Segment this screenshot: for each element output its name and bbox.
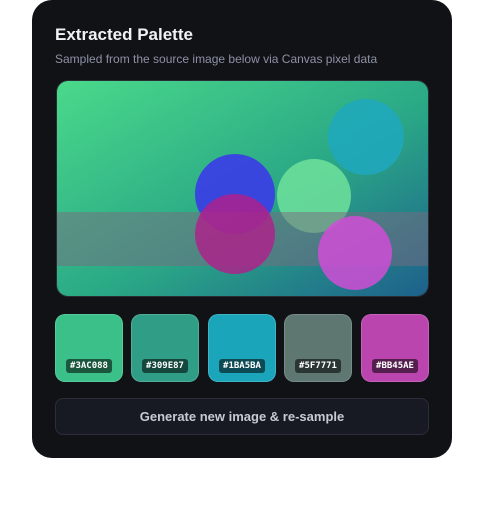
- generate-resample-button[interactable]: Generate new image & re-sample: [55, 398, 429, 435]
- cyan-circle: [328, 99, 404, 175]
- swatch-2[interactable]: #309E87: [131, 314, 199, 382]
- swatch-5[interactable]: #BB45AE: [361, 314, 429, 382]
- swatch-3[interactable]: #1BA5BA: [208, 314, 276, 382]
- card-subtitle: Sampled from the source image below via …: [55, 52, 378, 66]
- source-image: [56, 80, 429, 297]
- swatch-hex-label: #309E87: [142, 359, 188, 373]
- palette-card: Extracted Palette Sampled from the sourc…: [32, 0, 452, 458]
- palette-swatches: #3AC088 #309E87 #1BA5BA #5F7771 #BB45AE: [55, 314, 429, 382]
- swatch-hex-label: #1BA5BA: [219, 359, 265, 373]
- swatch-hex-label: #3AC088: [66, 359, 112, 373]
- swatch-1[interactable]: #3AC088: [55, 314, 123, 382]
- swatch-hex-label: #5F7771: [295, 359, 341, 373]
- pink-circle: [318, 216, 392, 290]
- source-image-canvas: [57, 81, 428, 296]
- swatch-hex-label: #BB45AE: [372, 359, 418, 373]
- magenta-circle: [195, 194, 275, 274]
- card-title: Extracted Palette: [55, 25, 193, 44]
- swatch-4[interactable]: #5F7771: [284, 314, 352, 382]
